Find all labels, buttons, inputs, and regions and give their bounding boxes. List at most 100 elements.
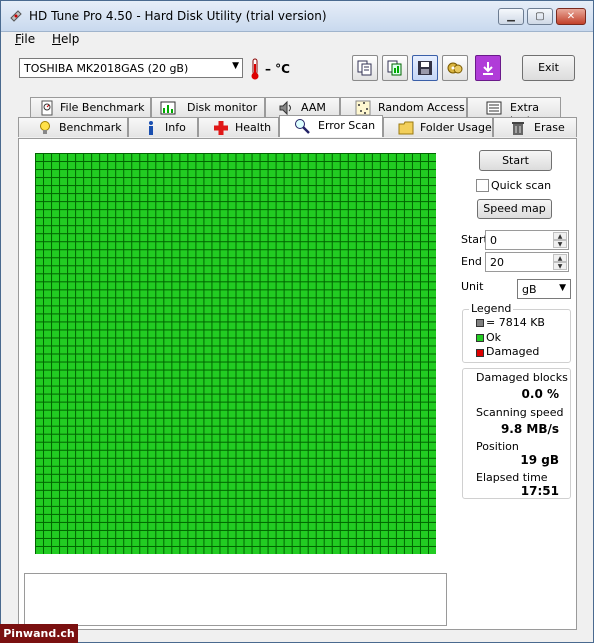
scan-block — [188, 458, 196, 466]
scan-block — [340, 226, 348, 234]
scan-block — [172, 250, 180, 258]
scan-block — [380, 314, 388, 322]
scan-block — [68, 210, 76, 218]
scan-block — [364, 186, 372, 194]
scan-block — [252, 394, 260, 402]
scan-block — [332, 162, 340, 170]
scan-block — [396, 354, 404, 362]
scan-block — [44, 218, 52, 226]
scan-block — [412, 170, 420, 178]
scan-block — [412, 450, 420, 458]
scan-block — [252, 362, 260, 370]
scan-block — [68, 530, 76, 538]
quick-scan-checkbox[interactable] — [476, 179, 489, 192]
maximize-button[interactable]: ▢ — [527, 8, 553, 25]
start-input[interactable]: 0 ▲ ▼ — [485, 230, 569, 250]
scan-block — [316, 514, 324, 522]
scan-block — [60, 314, 68, 322]
drive-select[interactable]: TOSHIBA MK2018GAS (20 gB) ▼ — [19, 58, 243, 78]
speed-map-button[interactable]: Speed map — [477, 199, 552, 219]
scan-block — [252, 418, 260, 426]
copy-text-button[interactable] — [352, 55, 378, 81]
scan-block — [276, 522, 284, 530]
scan-block — [420, 250, 428, 258]
download-button[interactable] — [475, 55, 501, 81]
scan-block — [132, 162, 140, 170]
scan-block — [364, 154, 372, 162]
scan-block — [340, 402, 348, 410]
scan-block — [364, 162, 372, 170]
scan-block — [172, 402, 180, 410]
scan-block — [292, 314, 300, 322]
close-button[interactable]: ✕ — [556, 8, 586, 25]
end-input-value: 20 — [490, 256, 504, 269]
scan-block — [324, 426, 332, 434]
scan-block — [36, 530, 44, 538]
scan-block — [84, 170, 92, 178]
scan-block — [412, 506, 420, 514]
scan-block — [428, 154, 436, 162]
exit-button[interactable]: Exit — [522, 55, 575, 81]
scan-block — [36, 490, 44, 498]
options-button[interactable] — [442, 55, 468, 81]
scan-block — [252, 490, 260, 498]
scan-block — [148, 498, 156, 506]
spin-down-icon[interactable]: ▼ — [553, 240, 567, 248]
start-scan-button[interactable]: Start — [479, 150, 552, 171]
spin-up-icon[interactable]: ▲ — [553, 254, 567, 262]
scan-block — [100, 234, 108, 242]
scan-block — [260, 274, 268, 282]
scan-block — [132, 338, 140, 346]
save-button[interactable] — [412, 55, 438, 81]
scan-block — [356, 178, 364, 186]
scan-block — [356, 338, 364, 346]
scan-block — [332, 266, 340, 274]
tab-disk-monitor[interactable]: Disk monitor — [151, 97, 265, 117]
scan-block — [172, 474, 180, 482]
tab-erase[interactable]: Erase — [493, 117, 577, 137]
tab-file-benchmark[interactable]: File Benchmark — [30, 97, 151, 117]
scan-block — [380, 498, 388, 506]
scan-block — [364, 354, 372, 362]
scan-block — [76, 250, 84, 258]
scan-block — [100, 314, 108, 322]
end-input[interactable]: 20 ▲ ▼ — [485, 252, 569, 272]
scan-block — [196, 490, 204, 498]
scan-block — [156, 458, 164, 466]
menu-help[interactable]: Help — [52, 32, 79, 46]
tab-random-access[interactable]: Random Access — [340, 97, 467, 117]
menu-file[interactable]: File — [15, 32, 35, 46]
scan-block — [316, 386, 324, 394]
scan-block — [276, 306, 284, 314]
minimize-button[interactable]: ▁ — [498, 8, 524, 25]
tab-extra-tests[interactable]: Extra tests — [467, 97, 561, 127]
scan-block — [260, 298, 268, 306]
scan-block — [148, 506, 156, 514]
unit-select[interactable]: gB ▼ — [517, 279, 571, 299]
scan-block — [388, 410, 396, 418]
spin-down-icon[interactable]: ▼ — [553, 262, 567, 270]
scan-block — [76, 290, 84, 298]
scan-block — [308, 538, 316, 546]
tab-benchmark[interactable]: Benchmark — [18, 117, 128, 137]
scan-block — [428, 530, 436, 538]
scan-block — [348, 194, 356, 202]
tab-aam[interactable]: AAM — [265, 97, 340, 117]
scan-block — [316, 290, 324, 298]
scan-block — [412, 234, 420, 242]
scan-block — [268, 322, 276, 330]
tab-folder-usage[interactable]: Folder Usage — [383, 117, 493, 137]
scan-block — [380, 266, 388, 274]
tab-health[interactable]: Health — [198, 117, 279, 137]
copy-info-button[interactable] — [382, 55, 408, 81]
tab-error-scan[interactable]: Error Scan — [279, 115, 383, 137]
scan-block — [132, 266, 140, 274]
spin-up-icon[interactable]: ▲ — [553, 232, 567, 240]
scan-block — [292, 378, 300, 386]
scan-block — [276, 482, 284, 490]
tab-info[interactable]: Info — [128, 117, 198, 137]
scan-block — [124, 154, 132, 162]
scan-block — [252, 370, 260, 378]
scan-block — [116, 458, 124, 466]
scan-block — [156, 306, 164, 314]
